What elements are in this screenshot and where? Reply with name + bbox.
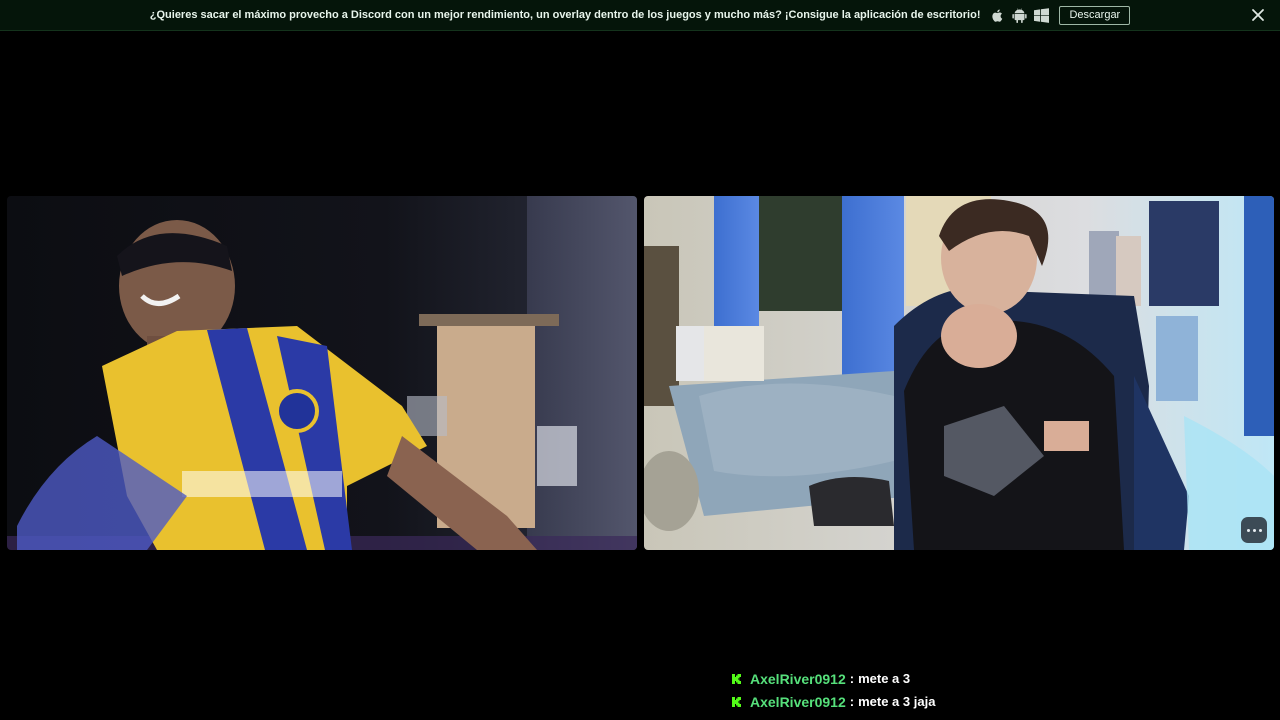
close-icon[interactable] [1250, 7, 1266, 23]
chat-text: mete a 3 [858, 671, 911, 686]
left-video-feed[interactable] [7, 196, 637, 550]
download-button[interactable]: Descargar [1059, 5, 1131, 25]
desktop-app-banner: ¿Quieres sacar el máximo provecho a Disc… [0, 0, 1280, 31]
chat-message: AxelRiver0912 : mete a 3 jaja [731, 690, 1251, 713]
chat-separator: : [849, 671, 855, 686]
chat-username[interactable]: AxelRiver0912 [750, 694, 846, 710]
android-icon [1012, 7, 1028, 23]
right-video-image [644, 196, 1274, 550]
kick-icon [732, 696, 741, 707]
more-options-icon[interactable] [1241, 517, 1267, 543]
chat-username[interactable]: AxelRiver0912 [750, 671, 846, 687]
banner-message: ¿Quieres sacar el máximo provecho a Disc… [149, 9, 981, 21]
os-icons [989, 7, 1050, 24]
chat-separator: : [849, 694, 855, 709]
left-video-image [7, 196, 637, 550]
windows-icon [1034, 7, 1050, 23]
right-video-feed[interactable] [644, 196, 1274, 550]
chat-overlay: AxelRiver0912 : mete a 3 AxelRiver0912 :… [731, 667, 1251, 713]
kick-icon [732, 673, 741, 684]
chat-text: mete a 3 jaja [858, 694, 936, 709]
apple-icon [992, 9, 1003, 22]
chat-message: AxelRiver0912 : mete a 3 [731, 667, 1251, 690]
